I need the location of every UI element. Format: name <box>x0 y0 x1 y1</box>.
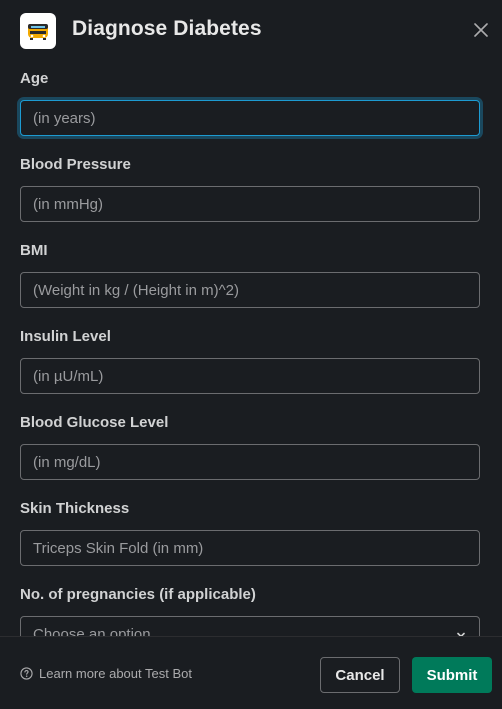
bmi-label: BMI <box>20 242 48 259</box>
modal-footer: Learn more about Test Bot Cancel Submit <box>0 636 502 709</box>
bus-icon <box>20 13 56 49</box>
cancel-button[interactable]: Cancel <box>320 657 400 693</box>
pregnancies-select[interactable]: Choose an option… <box>20 616 480 636</box>
blood-glucose-input[interactable] <box>20 444 480 480</box>
blood-pressure-field: Blood Pressure <box>20 154 480 222</box>
skin-thickness-label: Skin Thickness <box>20 500 130 517</box>
learn-more-text: Learn more about Test Bot <box>39 666 192 681</box>
modal-dialog: Diagnose Diabetes Age Blood Pressure BMI… <box>0 0 502 709</box>
help-icon <box>20 667 33 680</box>
bmi-input[interactable] <box>20 272 480 308</box>
blood-pressure-input[interactable] <box>20 186 480 222</box>
blood-glucose-field: Blood Glucose Level <box>20 412 480 480</box>
skin-thickness-input[interactable] <box>20 530 480 566</box>
pregnancies-field: No. of pregnancies (if applicable) Choos… <box>20 584 480 636</box>
skin-thickness-field: Skin Thickness <box>20 498 480 566</box>
age-field: Age <box>20 68 480 136</box>
bmi-field: BMI <box>20 240 480 308</box>
submit-button[interactable]: Submit <box>412 657 492 693</box>
pregnancies-label: No. of pregnancies (if applicable) <box>20 586 256 603</box>
blood-pressure-label: Blood Pressure <box>20 156 131 173</box>
insulin-level-input[interactable] <box>20 358 480 394</box>
insulin-level-field: Insulin Level <box>20 326 480 394</box>
age-input[interactable] <box>20 100 480 136</box>
learn-more-link[interactable]: Learn more about Test Bot <box>20 666 192 681</box>
modal-body: Age Blood Pressure BMI Insulin Level Blo… <box>0 62 502 636</box>
close-icon[interactable] <box>469 18 493 42</box>
blood-glucose-label: Blood Glucose Level <box>20 414 169 431</box>
insulin-level-label: Insulin Level <box>20 328 111 345</box>
modal-header: Diagnose Diabetes <box>0 0 502 62</box>
modal-title: Diagnose Diabetes <box>72 17 262 40</box>
age-label: Age <box>20 70 49 87</box>
pregnancies-select-value: Choose an option… <box>33 626 166 636</box>
chevron-down-icon <box>457 632 465 636</box>
